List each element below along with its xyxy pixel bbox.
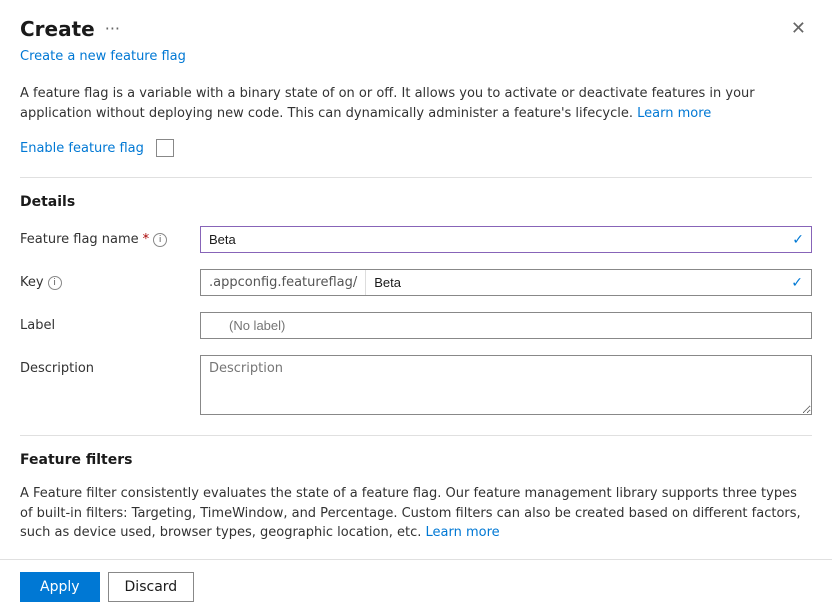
discard-button[interactable]: Discard <box>108 572 195 602</box>
divider-after-enable <box>20 177 812 178</box>
key-prefix: .appconfig.featureflag/ <box>201 270 366 295</box>
panel-footer: Apply Discard <box>0 559 832 614</box>
key-input[interactable] <box>366 270 811 295</box>
panel-body: A feature flag is a variable with a bina… <box>0 76 832 577</box>
key-checkmark-icon: ✓ <box>791 275 803 291</box>
create-panel: Create ··· ✕ Create a new feature flag A… <box>0 0 832 614</box>
name-info-icon[interactable]: i <box>153 233 167 247</box>
key-input-combined: .appconfig.featureflag/ ✓ <box>200 269 812 296</box>
label-control: ⌕ <box>200 312 812 339</box>
panel-header: Create ··· ✕ <box>0 0 832 49</box>
enable-feature-flag-checkbox[interactable] <box>156 139 174 157</box>
panel-subtitle[interactable]: Create a new feature flag <box>0 49 832 76</box>
feature-flag-name-input[interactable] <box>200 226 812 253</box>
intro-text: A feature flag is a variable with a bina… <box>20 84 812 123</box>
feature-flag-name-row: Feature flag name * i ✓ <box>20 226 812 253</box>
key-row: Key i .appconfig.featureflag/ ✓ <box>20 269 812 296</box>
label-row: Label ⌕ <box>20 312 812 339</box>
learn-more-intro-link[interactable]: Learn more <box>637 106 711 121</box>
description-row: Description <box>20 355 812 419</box>
feature-flag-name-control: ✓ <box>200 226 812 253</box>
apply-button[interactable]: Apply <box>20 572 100 602</box>
required-star: * <box>143 232 150 247</box>
description-control <box>200 355 812 419</box>
feature-flag-name-input-wrap: ✓ <box>200 226 812 253</box>
description-label: Description <box>20 355 200 376</box>
key-info-icon[interactable]: i <box>48 276 62 290</box>
feature-filters-section: Feature filters A Feature filter consist… <box>20 435 812 577</box>
divider-before-filters <box>20 435 812 436</box>
panel-title: Create <box>20 17 95 41</box>
title-row: Create ··· <box>20 17 120 41</box>
description-input[interactable] <box>200 355 812 415</box>
filters-section-title: Feature filters <box>20 452 812 468</box>
enable-feature-flag-label: Enable feature flag <box>20 141 144 156</box>
key-control: .appconfig.featureflag/ ✓ <box>200 269 812 296</box>
close-button[interactable]: ✕ <box>785 16 812 41</box>
enable-feature-flag-row: Enable feature flag <box>20 139 812 157</box>
label-input-wrap: ⌕ <box>200 312 812 339</box>
name-checkmark-icon: ✓ <box>792 232 804 248</box>
key-label: Key i <box>20 269 200 290</box>
label-label: Label <box>20 312 200 333</box>
more-options-icon[interactable]: ··· <box>105 19 120 38</box>
key-input-wrap: ✓ <box>366 270 811 295</box>
feature-flag-name-label: Feature flag name * i <box>20 226 200 247</box>
label-input[interactable] <box>200 312 812 339</box>
filters-description: A Feature filter consistently evaluates … <box>20 484 812 543</box>
details-section-title: Details <box>20 194 812 210</box>
learn-more-filters-link[interactable]: Learn more <box>426 525 500 540</box>
